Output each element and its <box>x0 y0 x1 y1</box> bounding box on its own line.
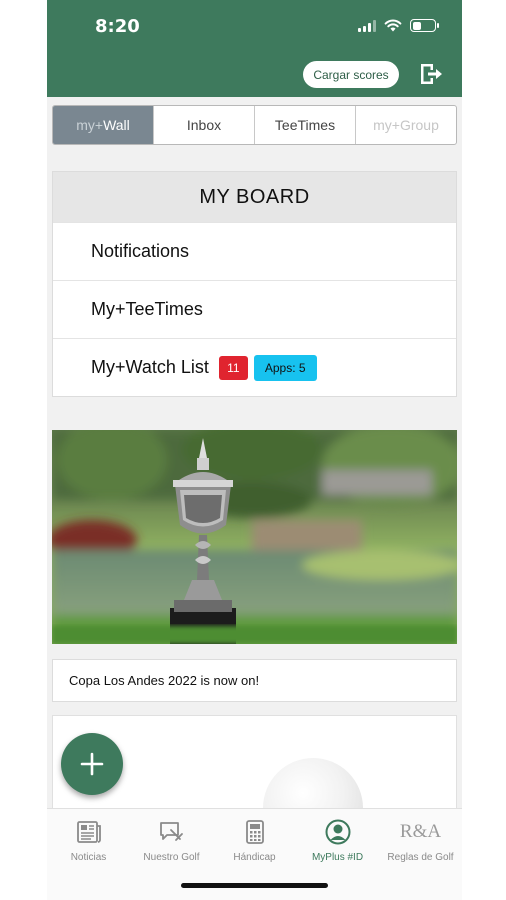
status-time: 8:20 <box>95 16 140 37</box>
nav-noticias[interactable]: Noticias <box>47 809 130 900</box>
chat-icon <box>158 819 186 845</box>
nav-reglas-de-golf[interactable]: R&A Reglas de Golf <box>379 809 462 900</box>
add-button[interactable] <box>61 733 123 795</box>
board-item-watch-list[interactable]: My+Watch List 11 Apps: 5 <box>53 338 456 396</box>
news-image-trophy[interactable] <box>52 430 457 644</box>
app-header: 8:20 Cargar scores <box>47 0 462 97</box>
tab-my-wall[interactable]: my+ Wall <box>53 106 154 144</box>
apps-count-badge: Apps: 5 <box>253 354 317 381</box>
profile-icon <box>324 819 352 845</box>
battery-icon <box>410 19 439 32</box>
board-item-my-teetimes[interactable]: My+TeeTimes <box>53 280 456 338</box>
calculator-icon <box>241 819 269 845</box>
tab-teetimes[interactable]: TeeTimes <box>255 106 356 144</box>
logout-icon[interactable] <box>418 61 444 87</box>
my-board-card: MY BOARD Notifications My+TeeTimes My+Wa… <box>52 171 457 397</box>
tab-my-group[interactable]: my+ Group <box>356 106 456 144</box>
wifi-icon <box>384 19 402 32</box>
tab-bar: my+ Wall Inbox TeeTimes my+ Group <box>52 105 457 145</box>
news-caption[interactable]: Copa Los Andes 2022 is now on! <box>52 659 457 702</box>
phone-screen: 8:20 Cargar scores my+ Wall Inbox TeeTim… <box>47 0 462 900</box>
news-icon <box>75 819 103 845</box>
board-item-notifications[interactable]: Notifications <box>53 222 456 280</box>
cargar-scores-button[interactable]: Cargar scores <box>303 61 399 88</box>
trophy-photo <box>52 430 457 644</box>
status-icons <box>358 19 439 32</box>
ra-logo-icon: R&A <box>399 821 442 842</box>
tab-inbox[interactable]: Inbox <box>154 106 255 144</box>
plus-icon <box>80 752 104 776</box>
board-title: MY BOARD <box>53 172 456 222</box>
signal-icon <box>358 19 376 32</box>
home-indicator[interactable] <box>181 883 328 888</box>
watch-count-badge: 11 <box>218 355 248 380</box>
